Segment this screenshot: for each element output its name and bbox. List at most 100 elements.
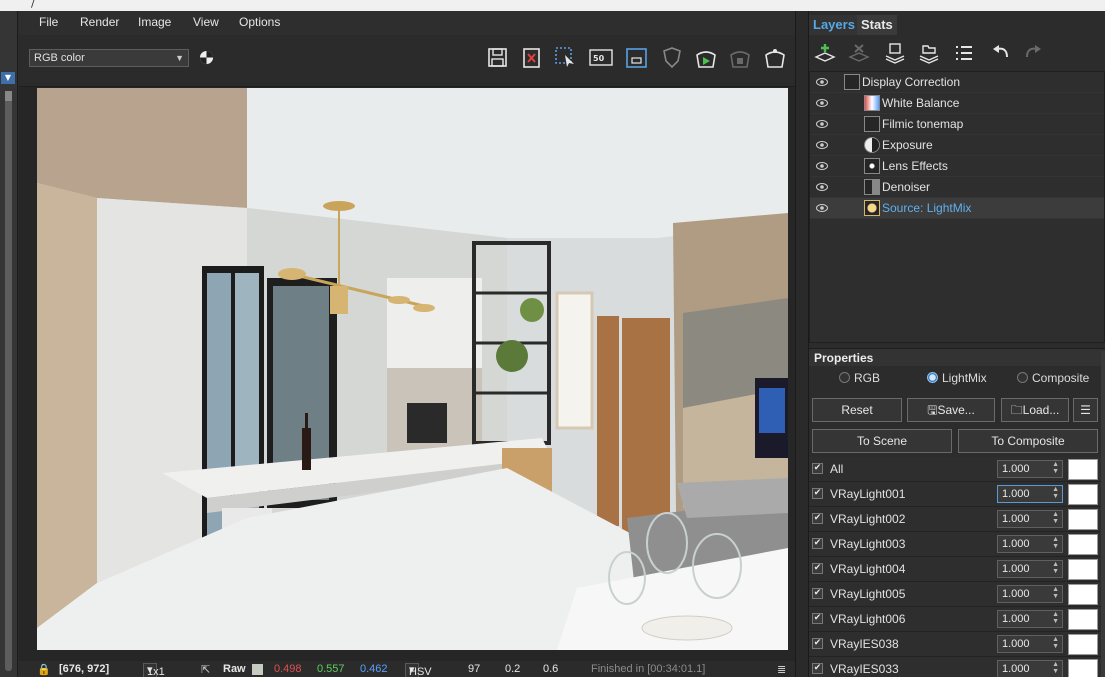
spinner-arrows-icon[interactable]: ▲ ▼ <box>1052 486 1059 500</box>
clear-image-icon[interactable] <box>519 45 545 71</box>
spinner-arrows-icon[interactable]: ▲ ▼ <box>1052 661 1059 675</box>
region-render-icon[interactable] <box>553 45 579 71</box>
layer-row-source-lightmix[interactable]: Source: LightMix <box>810 198 1104 219</box>
pick-color-icon[interactable]: ⇱ <box>201 663 210 676</box>
eye-icon[interactable] <box>816 203 828 213</box>
scroll-up-icon[interactable] <box>5 91 12 101</box>
radio-lightmix[interactable]: LightMix <box>927 371 987 385</box>
menu-file[interactable]: File <box>39 15 58 29</box>
light-color-swatch[interactable] <box>1068 584 1098 605</box>
zoom-50-icon[interactable]: 50 <box>588 45 614 71</box>
menu-render[interactable]: Render <box>80 15 119 29</box>
spinner-arrows-icon[interactable]: ▲ ▼ <box>1052 611 1059 625</box>
panel-splitter[interactable] <box>795 11 809 677</box>
undo-icon[interactable] <box>989 41 1013 65</box>
light-color-swatch[interactable] <box>1068 609 1098 630</box>
layer-row-exposure[interactable]: Exposure <box>810 135 1104 156</box>
light-intensity-input[interactable]: 1.000 ▲ ▼ <box>997 560 1063 578</box>
light-color-swatch[interactable] <box>1068 459 1098 480</box>
layer-row-filmic-tonemap[interactable]: Filmic tonemap <box>810 114 1104 135</box>
light-color-swatch[interactable] <box>1068 634 1098 655</box>
eye-icon[interactable] <box>816 140 828 150</box>
rendered-image[interactable] <box>37 88 788 650</box>
spinner-arrows-icon[interactable]: ▲ ▼ <box>1052 461 1059 475</box>
to-composite-button[interactable]: To Composite <box>958 429 1098 453</box>
eye-icon[interactable] <box>816 119 828 129</box>
spinner-arrows-icon[interactable]: ▲ ▼ <box>1052 636 1059 650</box>
menu-view[interactable]: View <box>193 15 219 29</box>
menu-options[interactable]: Options <box>239 15 280 29</box>
light-intensity-value: 1.000 <box>1002 488 1030 500</box>
create-layer-icon[interactable] <box>813 41 837 65</box>
reset-button[interactable]: Reset <box>812 398 902 422</box>
lock-icon[interactable]: 🔒 <box>37 663 51 676</box>
radio-rgb[interactable]: RGB <box>839 371 880 385</box>
light-enable-checkbox[interactable]: ✔ <box>812 513 823 524</box>
light-enable-checkbox[interactable]: ✔ <box>812 563 823 574</box>
color-space-select[interactable]: HSV ▾ <box>405 663 432 677</box>
light-intensity-input[interactable]: 1.000 ▲ ▼ <box>997 660 1063 677</box>
collapse-arrow-icon[interactable]: ▼ <box>1 72 15 84</box>
status-message: Finished in [00:34:01.1] <box>591 663 706 675</box>
eye-icon[interactable] <box>816 182 828 192</box>
save-button[interactable]: 🖫Save... <box>907 398 995 422</box>
tab-layers[interactable]: Layers <box>809 15 859 35</box>
layer-row-lens-effects[interactable]: Lens Effects <box>810 156 1104 177</box>
spinner-arrows-icon[interactable]: ▲ ▼ <box>1052 561 1059 575</box>
tab-stats[interactable]: Stats <box>857 15 897 35</box>
menu-image[interactable]: Image <box>138 15 171 29</box>
list-options-button[interactable]: ☰ <box>1073 398 1098 422</box>
light-intensity-input[interactable]: 1.000 ▲ ▼ <box>997 460 1063 478</box>
render-teapot-icon[interactable] <box>762 45 788 71</box>
light-color-swatch[interactable] <box>1068 559 1098 580</box>
layer-row-white-balance[interactable]: White Balance <box>810 93 1104 114</box>
radio-composite[interactable]: Composite <box>1017 371 1089 385</box>
light-color-swatch[interactable] <box>1068 534 1098 555</box>
light-enable-checkbox[interactable]: ✔ <box>812 488 823 499</box>
layer-row-denoiser[interactable]: Denoiser <box>810 177 1104 198</box>
left-scrollbar[interactable] <box>5 91 12 671</box>
redo-icon[interactable] <box>1021 41 1045 65</box>
properties-scrollbar[interactable] <box>1101 351 1105 677</box>
spinner-arrows-icon[interactable]: ▲ ▼ <box>1052 536 1059 550</box>
light-intensity-input[interactable]: 1.000 ▲ ▼ <box>997 635 1063 653</box>
light-intensity-input[interactable]: 1.000 ▲ ▼ <box>997 585 1063 603</box>
follow-mouse-icon[interactable] <box>624 45 650 71</box>
frame-buffer-window: File Render Image View Options RGB color… <box>19 11 795 677</box>
layer-list-icon[interactable] <box>952 41 976 65</box>
log-icon[interactable]: ≣ <box>777 663 786 676</box>
light-intensity-input[interactable]: 1.000 ▲ ▼ <box>997 535 1063 553</box>
layer-row-display-correction[interactable]: Display Correction <box>810 72 1104 93</box>
light-enable-checkbox[interactable]: ✔ <box>812 663 823 674</box>
load-button[interactable]: 🗀Load... <box>1001 398 1069 422</box>
spinner-arrows-icon[interactable]: ▲ ▼ <box>1052 511 1059 525</box>
eye-icon[interactable] <box>816 161 828 171</box>
light-color-swatch[interactable] <box>1068 509 1098 530</box>
start-interactive-icon[interactable] <box>693 45 719 71</box>
light-color-swatch[interactable] <box>1068 659 1098 677</box>
to-scene-button[interactable]: To Scene <box>812 429 952 453</box>
eye-icon[interactable] <box>816 77 828 87</box>
teapot-disabled-icon[interactable] <box>727 45 753 71</box>
light-row-all: ✔ All 1.000 ▲ ▼ <box>809 457 1105 482</box>
light-color-swatch[interactable] <box>1068 484 1098 505</box>
light-enable-checkbox[interactable]: ✔ <box>812 638 823 649</box>
spinner-arrows-icon[interactable]: ▲ ▼ <box>1052 586 1059 600</box>
light-enable-checkbox[interactable]: ✔ <box>812 538 823 549</box>
light-enable-checkbox[interactable]: ✔ <box>812 463 823 474</box>
load-layers-icon[interactable] <box>917 41 941 65</box>
light-intensity-input[interactable]: 1.000 ▲ ▼ <box>997 510 1063 528</box>
eye-icon[interactable] <box>816 98 828 108</box>
save-layers-icon[interactable] <box>883 41 907 65</box>
left-side-panel: ▼ <box>0 11 18 677</box>
light-intensity-input[interactable]: 1.000 ▲ ▼ <box>997 610 1063 628</box>
save-icon[interactable] <box>485 45 511 71</box>
channel-select[interactable]: RGB color ▼ <box>29 49 189 67</box>
light-enable-checkbox[interactable]: ✔ <box>812 588 823 599</box>
light-intensity-input[interactable]: 1.000 ▲ ▼ <box>997 485 1063 503</box>
light-enable-checkbox[interactable]: ✔ <box>812 613 823 624</box>
shield-icon[interactable] <box>659 45 685 71</box>
delete-layer-icon[interactable] <box>847 41 871 65</box>
color-mode-icon[interactable] <box>199 50 214 65</box>
sample-size-select[interactable]: 1x1 ▾ <box>143 663 165 677</box>
